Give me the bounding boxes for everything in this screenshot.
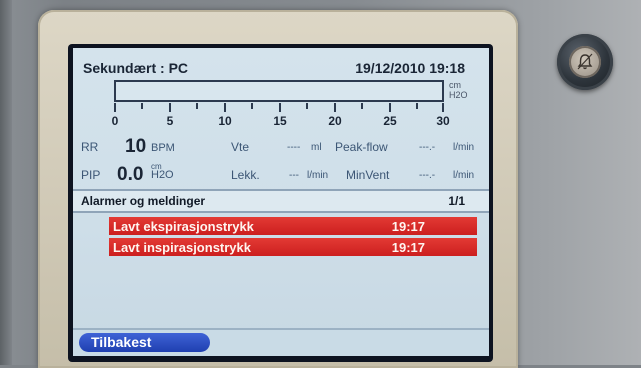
gauge-tick [279, 103, 281, 112]
pressure-gauge-bar [114, 80, 444, 102]
vte-unit: ml [311, 142, 322, 153]
gauge-tick-label: 20 [328, 114, 342, 128]
pip-value: 0.0 [117, 164, 144, 185]
pip-unit-bottom: H2O [151, 169, 174, 181]
gauge-minor-tick [196, 103, 198, 109]
gauge-minor-tick [306, 103, 308, 109]
divider [73, 211, 489, 213]
pip-label: PIP [81, 168, 101, 182]
mode-title: Sekundært : PC [83, 60, 189, 76]
alarm-text: Lavt inspirasjonstrykk [113, 240, 251, 255]
alarm-list-title: Alarmer og meldinger [81, 194, 206, 208]
gauge-tick-label: 10 [218, 114, 232, 128]
gauge-minor-tick [251, 103, 253, 109]
rr-unit: BPM [151, 142, 175, 154]
gauge-unit-top: cm [449, 80, 461, 90]
device-left-edge [0, 0, 12, 365]
title-row: Sekundært : PC 19/12/2010 19:18 [83, 60, 479, 78]
bottom-bar: Tilbakest [73, 328, 489, 356]
lekk-unit: l/min [307, 170, 329, 181]
alarm-item[interactable]: Lavt inspirasjonstrykk 19:17 [109, 238, 477, 256]
alarm-page-indicator: 1/1 [448, 194, 465, 208]
gauge-tick-label: 15 [273, 114, 287, 128]
lekk-label: Lekk. [231, 168, 260, 182]
param-row-1: RR 10 BPM Vte ---- ml Peak-flow ---.- l/… [81, 136, 489, 158]
peak-flow-unit: l/min [453, 142, 475, 153]
gauge-unit: cm H2O [449, 80, 468, 100]
minvent-value: ---.- [419, 170, 436, 181]
gauge-tick-label: 30 [436, 114, 450, 128]
param-row-2: PIP 0.0 cm H2O Lekk. --- l/min MinVent -… [81, 162, 489, 186]
minvent-unit: l/min [453, 170, 475, 181]
gauge-tick [389, 103, 391, 112]
gauge-tick-label: 5 [166, 114, 174, 128]
alarm-item[interactable]: Lavt ekspirasjonstrykk 19:17 [109, 217, 477, 235]
datetime: 19/12/2010 19:18 [355, 60, 465, 76]
gauge-tick [114, 103, 116, 112]
gauge-tick [442, 103, 444, 112]
gauge-tick-label: 25 [383, 114, 397, 128]
vte-label: Vte [231, 140, 250, 154]
alarm-header: Alarmer og meldinger 1/1 [73, 191, 489, 211]
alarm-text: Lavt ekspirasjonstrykk [113, 219, 254, 234]
rr-value: 10 [125, 136, 147, 157]
alarm-silence-button-face [569, 46, 601, 78]
peak-flow-value: ---.- [419, 142, 436, 153]
peak-flow-label: Peak-flow [335, 140, 388, 154]
vte-value: ---- [287, 142, 301, 153]
back-button-label: Tilbakest [91, 334, 152, 350]
minvent-label: MinVent [346, 168, 390, 182]
gauge-tick-label: 0 [111, 114, 119, 128]
gauge-tick [224, 103, 226, 112]
gauge-minor-tick [361, 103, 363, 109]
gauge-tick [334, 103, 336, 112]
lekk-value: --- [289, 170, 299, 181]
alarm-time: 19:17 [391, 240, 425, 255]
rr-label: RR [81, 140, 99, 154]
bell-icon [577, 53, 593, 70]
gauge-minor-tick [416, 103, 418, 109]
alarm-time: 19:17 [391, 219, 425, 234]
gauge-unit-bottom: H2O [449, 90, 468, 100]
gauge-tick [169, 103, 171, 112]
back-button[interactable]: Tilbakest [79, 333, 210, 352]
ventilator-screen: Sekundært : PC 19/12/2010 19:18 cm H2O 0… [73, 48, 489, 356]
alarm-silence-button[interactable] [557, 34, 613, 90]
gauge-minor-tick [141, 103, 143, 109]
pip-unit: cm H2O [151, 162, 174, 181]
